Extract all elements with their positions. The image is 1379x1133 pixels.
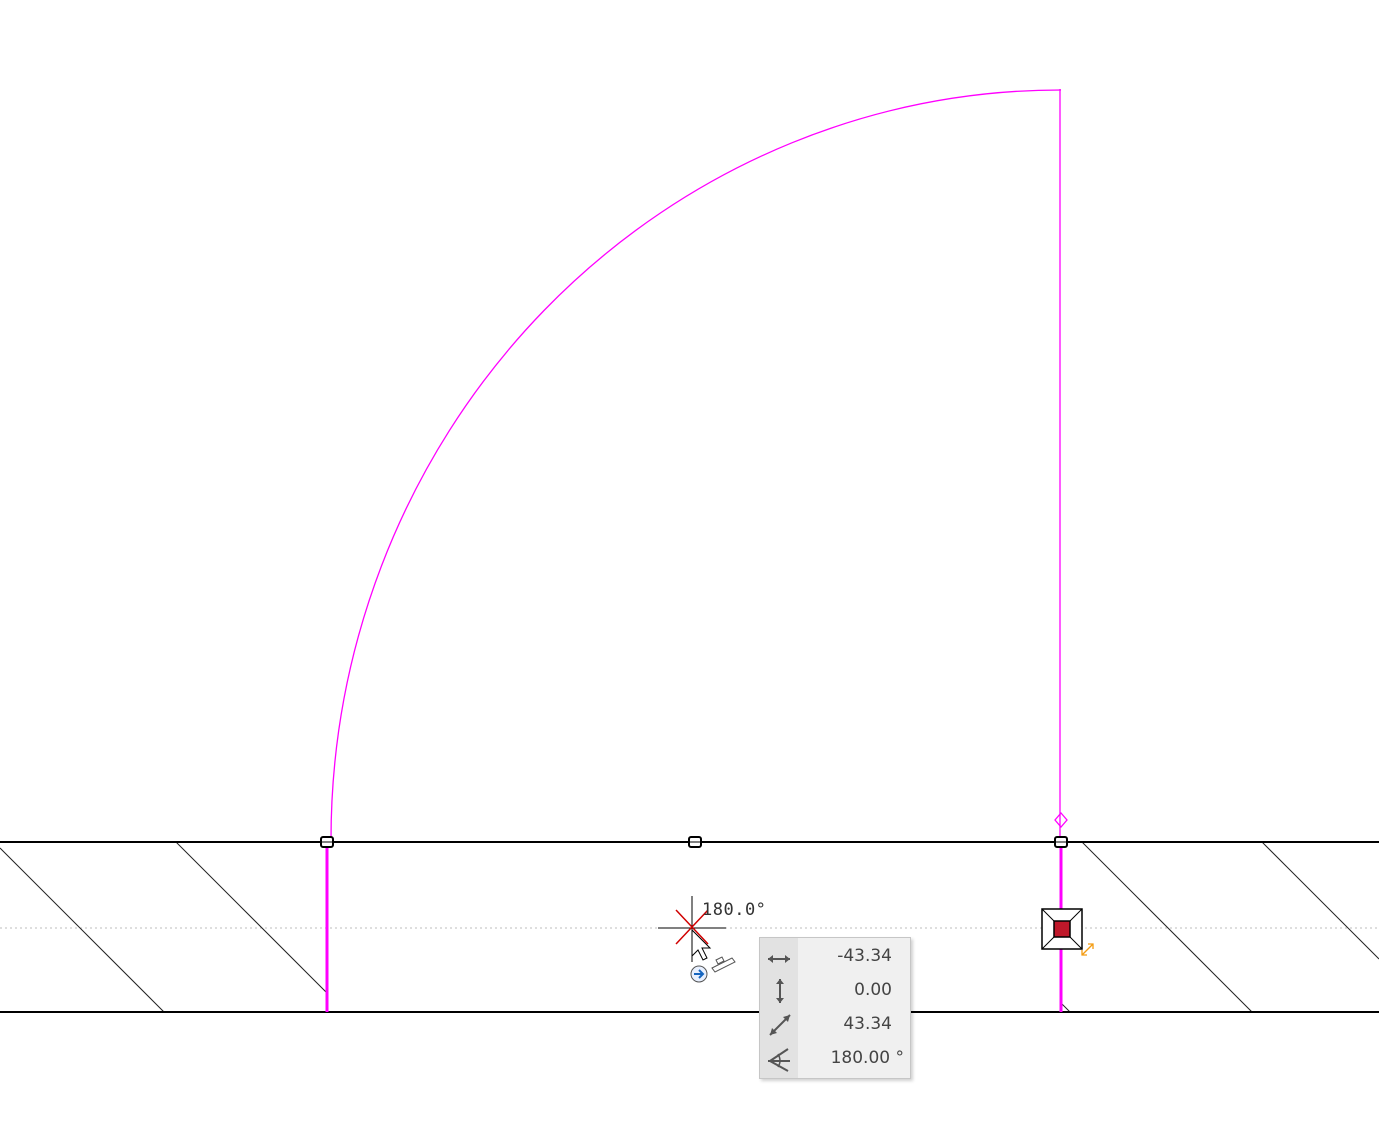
horizontal-distance-icon xyxy=(768,955,790,963)
angle-readout: 180.0° xyxy=(702,900,767,920)
distance-row[interactable]: 43.34 xyxy=(760,1008,910,1042)
snap-indicator-icon xyxy=(690,965,708,983)
angle-icon xyxy=(768,1048,790,1072)
mouse-pointer-icon xyxy=(691,928,712,961)
angle-row[interactable]: 180.00 ° xyxy=(760,1042,910,1076)
diagonal-distance-icon xyxy=(769,1014,791,1036)
pencil-icon xyxy=(711,956,736,973)
dy-value[interactable]: 0.00 xyxy=(854,980,892,1000)
coordinate-input-panel[interactable]: -43.34 0.00 43.34 180.00 ° xyxy=(759,937,911,1079)
dx-value[interactable]: -43.34 xyxy=(837,946,892,966)
rotate-grip-icon[interactable] xyxy=(1054,812,1068,828)
wall-hatch xyxy=(0,841,1379,1013)
dy-row[interactable]: 0.00 xyxy=(760,974,910,1008)
vertical-distance-icon xyxy=(776,979,784,1003)
drawing-canvas[interactable] xyxy=(0,0,1379,1133)
angle-value[interactable]: 180.00 ° xyxy=(831,1048,904,1068)
distance-value[interactable]: 43.34 xyxy=(843,1014,892,1034)
grip-handle-right[interactable] xyxy=(1054,836,1068,848)
stretch-arrow-icon xyxy=(1081,943,1094,956)
grip-handle-left[interactable] xyxy=(320,836,334,848)
grip-handle-middle[interactable] xyxy=(688,836,702,848)
dx-row[interactable]: -43.34 xyxy=(760,940,910,974)
selected-grip-icon[interactable] xyxy=(1041,908,1083,950)
door-swing-arc[interactable] xyxy=(330,89,1062,843)
